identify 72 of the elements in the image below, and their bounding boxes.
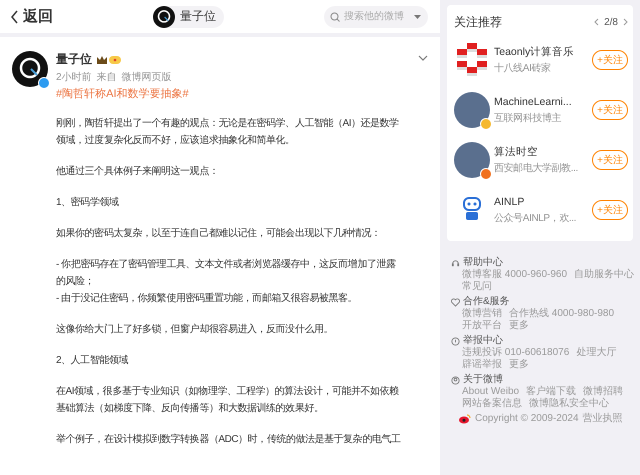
chevron-right-icon[interactable] <box>623 18 628 26</box>
page-indicator: 2/8 <box>604 16 618 28</box>
photo-placeholder <box>454 142 490 178</box>
post-paragraph: 这像你给大门上了好多锁，但窗户却很容易进入，反而没什么用。 <box>56 322 334 337</box>
post-paragraph: 在AI领域，很多基于专业知识（如物理学、工程学）的算法设计，可能并不如依赖基础算法（如梯度下降、反向传播等）和大数据训练的效果好。 <box>56 384 400 416</box>
user-description: 西安邮电大学副教... <box>494 162 578 174</box>
footer-link[interactable]: 微博客服 4000-960-960 <box>462 269 568 281</box>
footer-link[interactable]: 辟谣举报 <box>462 359 502 371</box>
user-description: 公众号AINLP，欢... <box>494 212 576 224</box>
footer-link[interactable]: 网站备案信息 <box>462 398 522 410</box>
footer-section-title: 举报中心 <box>463 335 503 346</box>
headset-icon <box>451 258 460 268</box>
footer-link[interactable]: 处理大厅 <box>576 347 616 359</box>
post-paragraph: 他通过三个具体例子来阐明这一观点： <box>56 164 220 179</box>
chevron-left-icon[interactable] <box>594 18 600 26</box>
follow-button[interactable]: +关注 <box>592 50 628 70</box>
license-link[interactable]: 营业执照 <box>582 413 623 425</box>
hashtag-link[interactable]: #陶哲轩称AI和数学要抽象# <box>56 86 402 101</box>
source-link[interactable]: 微博网页版 <box>122 70 172 84</box>
search-bar[interactable]: 搜索他的微博 <box>324 6 428 28</box>
caret-icon <box>414 14 421 18</box>
search-field[interactable]: 搜索他的微博 <box>344 11 410 22</box>
post-time[interactable]: 2小时前 <box>56 70 92 84</box>
footer-link[interactable]: 更多 <box>509 320 529 332</box>
copyright-text: Copyright © 2009-2024 <box>475 413 579 425</box>
source-label: 来自 <box>96 70 117 84</box>
user-name[interactable]: Teaonly计算音乐 <box>494 46 574 58</box>
footer-link[interactable]: 微博隐私安全中心 <box>529 398 609 410</box>
footer-link[interactable]: 自助服务中心 <box>574 269 634 281</box>
cubes-logo-icon <box>454 42 490 78</box>
avatar-logo-icon <box>12 51 48 87</box>
info-icon <box>451 336 460 346</box>
footer-link[interactable]: 更多 <box>509 359 529 371</box>
user-description: 十八线AI砖家 <box>494 62 551 74</box>
post-paragraph: 2、人工智能领域 <box>56 354 130 368</box>
follow-button[interactable]: +关注 <box>592 150 628 170</box>
account-name: 量子位 <box>180 8 216 25</box>
search-icon <box>330 12 340 22</box>
follow-button[interactable]: +关注 <box>592 200 628 220</box>
footer-link[interactable]: 常见问 <box>462 281 492 293</box>
post-paragraph: - 你把密码存在了密码管理工具、文本文件或者浏览器缓存中，这反而增加了泄露的风险； - 由于没记住密码，你频繁使用密码重置功能，而邮箱又很容易被黑客。 <box>56 258 396 306</box>
user-name[interactable]: AINLP <box>494 196 524 208</box>
post-paragraph: 举个例子，在设计模拟到数字转换器（ADC）时，传统的做法是基于复杂的电气工 <box>56 432 402 447</box>
footer-link[interactable]: 客户端下载 <box>526 386 576 398</box>
footer-link[interactable]: 合作热线 4000-980-980 <box>509 308 614 320</box>
recommend-title: 关注推荐 <box>454 14 502 30</box>
heart-icon <box>451 298 460 306</box>
footer-section-title: 帮助中心 <box>463 257 503 268</box>
post-paragraph: 1、密码学领域 <box>56 196 120 210</box>
user-name[interactable]: 算法时空 <box>494 146 538 158</box>
author-name[interactable]: 量子位 <box>56 51 92 68</box>
photo-placeholder <box>454 92 490 128</box>
post-paragraph: 刚刚，陶哲轩提出了一个有趣的观点：无论是在密码学、人工智能（AI）还是数学领域，过度复杂化反而不好，应该追求抽象化和简单化。 <box>56 116 400 148</box>
user-name[interactable]: MachineLearni... <box>494 96 572 108</box>
account-chip[interactable]: 量子位 <box>153 6 224 28</box>
post-paragraph: 如果你的密码太复杂，以至于连自己都难以记住，可能会出现以下几种情况： <box>56 226 382 241</box>
weibo-logo-icon <box>459 414 471 424</box>
footer-section-title: 关于微博 <box>463 374 503 386</box>
crown-level-icon <box>96 54 122 64</box>
footer-link[interactable]: About Weibo <box>462 386 520 398</box>
user-circle-icon <box>451 376 460 384</box>
footer-link[interactable]: 开放平台 <box>462 320 502 332</box>
footer-link[interactable]: 微博营销 <box>462 308 502 320</box>
avatar-logo-icon <box>153 6 175 28</box>
chevron-left-icon <box>10 10 19 24</box>
back-link[interactable]: 返回 <box>10 7 53 26</box>
chevron-down-icon[interactable] <box>418 55 428 61</box>
follow-button[interactable]: +关注 <box>592 100 628 120</box>
footer-link[interactable]: 微博招聘 <box>583 386 624 398</box>
footer-link[interactable]: 违规投诉 010-60618076 <box>462 347 570 359</box>
footer-section-title: 合作&服务 <box>463 296 510 308</box>
user-description: 互联网科技博主 <box>494 112 562 124</box>
